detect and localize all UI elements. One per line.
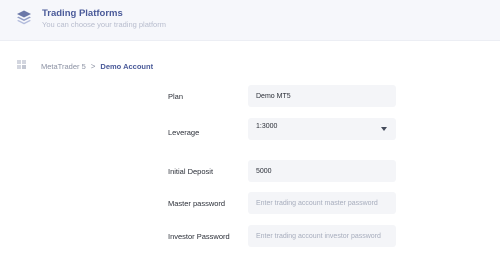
initial-deposit-value: 5000: [256, 167, 272, 175]
initial-deposit-label: Initial Deposit: [168, 167, 214, 176]
leverage-label: Leverage: [168, 128, 200, 137]
breadcrumb-current: Demo Account: [100, 61, 154, 71]
layers-icon: [17, 10, 31, 25]
investor-password-placeholder: Enter trading account investor password: [256, 232, 381, 240]
initial-deposit-input[interactable]: 5000: [248, 160, 396, 182]
leverage-select[interactable]: 1:3000: [248, 118, 396, 140]
breadcrumb-parent-link[interactable]: MetaTrader 5: [41, 62, 86, 71]
master-password-placeholder: Enter trading account master password: [256, 199, 378, 207]
page-header: Trading Platforms You can choose your tr…: [0, 0, 500, 40]
plan-label: Plan: [168, 92, 184, 101]
investor-password-input[interactable]: Enter trading account investor password: [248, 225, 396, 247]
leverage-value: 1:3000: [256, 123, 278, 130]
master-password-input[interactable]: Enter trading account master password: [248, 192, 396, 214]
breadcrumb-separator: >: [90, 61, 96, 71]
investor-password-label: Investor Password: [168, 232, 230, 241]
breadcrumb: MetaTrader 5 > Demo Account: [41, 60, 153, 72]
header-divider: [0, 40, 500, 41]
grid-icon: [17, 60, 27, 71]
plan-field[interactable]: Demo MT5: [248, 85, 396, 107]
page-subtitle: You can choose your trading platform: [42, 20, 166, 29]
chevron-down-icon: [381, 127, 387, 131]
master-password-label: Master password: [168, 199, 226, 208]
page-title: Trading Platforms: [42, 8, 123, 19]
plan-value: Demo MT5: [256, 92, 291, 100]
